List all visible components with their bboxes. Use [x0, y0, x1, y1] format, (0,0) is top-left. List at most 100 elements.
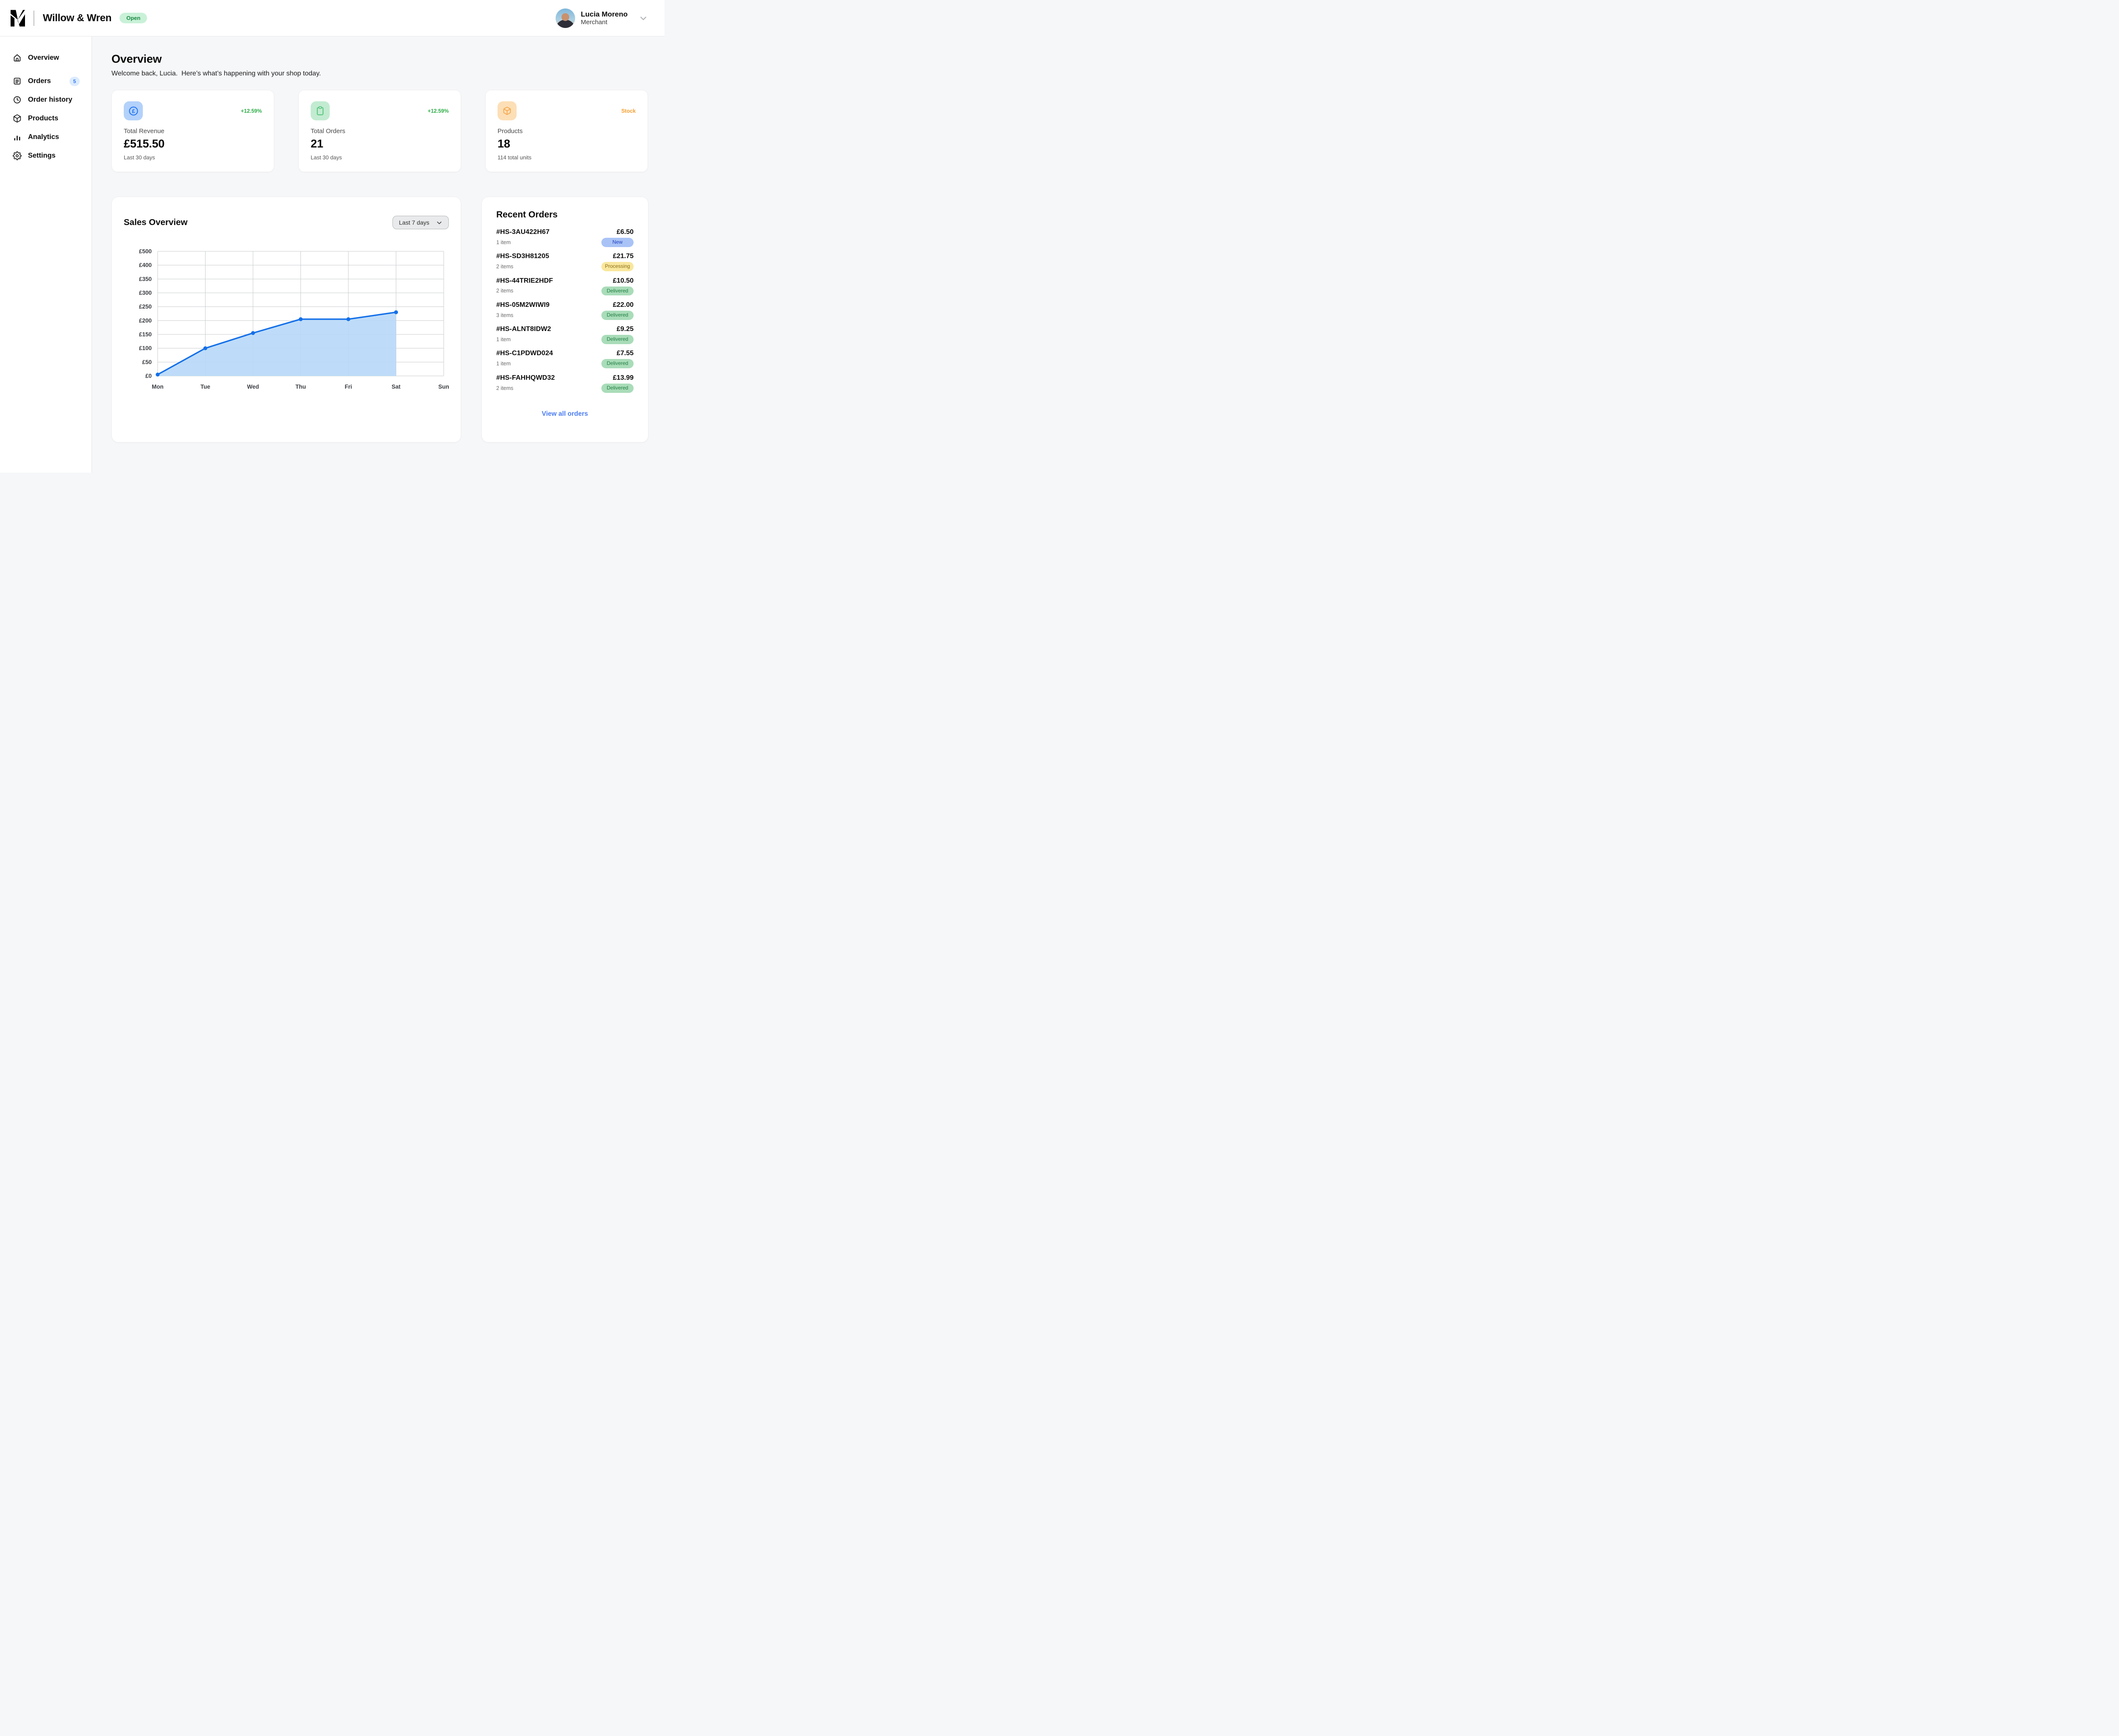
- x-axis-tick: Sat: [392, 384, 401, 390]
- x-axis-tick: Wed: [247, 384, 259, 390]
- clipboard-icon: [311, 101, 330, 120]
- clock-icon: [13, 95, 22, 104]
- store-status-badge: Open: [120, 13, 147, 23]
- order-row[interactable]: #HS-FAHHQWD32 £13.99 2 items Delivered: [496, 374, 634, 393]
- order-status-badge: Delivered: [601, 287, 634, 296]
- x-axis-tick: Thu: [295, 384, 306, 390]
- order-row[interactable]: #HS-44TRIE2HDF £10.50 2 items Delivered: [496, 277, 634, 296]
- order-status-badge: New: [601, 238, 634, 247]
- stat-label: Products: [498, 128, 636, 135]
- cube-icon: [498, 101, 517, 120]
- order-items-count: 3 items: [496, 312, 513, 318]
- sidebar-item-label: Settings: [28, 152, 56, 160]
- order-id: #HS-ALNT8IDW2: [496, 326, 551, 333]
- order-row[interactable]: #HS-05M2WIWI9 £22.00 3 items Delivered: [496, 301, 634, 320]
- stat-value: £515.50: [124, 137, 262, 150]
- chevron-down-icon[interactable]: [639, 14, 648, 22]
- bar-chart-icon: [13, 133, 22, 142]
- sidebar-item-overview[interactable]: Overview: [0, 51, 92, 65]
- avatar[interactable]: [556, 8, 575, 28]
- date-range-select[interactable]: Last 7 days: [392, 216, 449, 229]
- x-axis-tick: Sun: [438, 384, 449, 390]
- stat-label: Total Revenue: [124, 128, 262, 135]
- sidebar-item-label: Orders: [28, 77, 51, 85]
- chart-point: [299, 317, 303, 321]
- order-amount: £6.50: [617, 228, 634, 236]
- main-content: Overview Welcome back, Lucia. Here’s wha…: [92, 36, 665, 473]
- y-axis-tick: £0: [145, 373, 152, 379]
- orders-icon: [13, 77, 22, 86]
- sidebar-item-analytics[interactable]: Analytics: [0, 130, 92, 144]
- sidebar-item-label: Order history: [28, 96, 72, 104]
- order-row[interactable]: #HS-ALNT8IDW2 £9.25 1 item Delivered: [496, 326, 634, 344]
- sidebar-item-settings[interactable]: Settings: [0, 149, 92, 163]
- stat-delta: +12.59%: [241, 108, 262, 114]
- order-items-count: 2 items: [496, 385, 513, 391]
- view-all-orders-link[interactable]: View all orders: [496, 410, 634, 418]
- page-subtitle: Welcome back, Lucia. Here’s what’s happe…: [111, 70, 648, 78]
- stat-card-products: Stock Products 18 114 total units: [485, 90, 648, 172]
- stat-value: 18: [498, 137, 636, 150]
- stat-delta: Stock: [621, 108, 636, 114]
- sidebar-item-label: Analytics: [28, 133, 59, 141]
- sales-overview-card: Sales Overview Last 7 days £500 £400 £350 £…: [111, 197, 461, 442]
- order-row[interactable]: #HS-C1PDWD024 £7.55 1 item Delivered: [496, 350, 634, 368]
- order-amount: £22.00: [613, 301, 634, 309]
- order-amount: £7.55: [617, 350, 634, 357]
- chart-point: [251, 331, 255, 335]
- x-axis-tick: Tue: [200, 384, 210, 390]
- sales-chart: £500£400£350£300£250£200£150£100£50£0Mon…: [124, 248, 450, 397]
- date-range-value: Last 7 days: [399, 219, 429, 226]
- stat-subtext: Last 30 days: [124, 154, 262, 161]
- recent-orders-list: #HS-3AU422H67 £6.50 1 item New #HS-SD3H8…: [496, 228, 634, 398]
- y-axis-tick: £500: [139, 248, 152, 255]
- chart-point: [346, 317, 350, 321]
- order-items-count: 2 items: [496, 264, 513, 270]
- chart-point: [156, 373, 159, 376]
- order-id: #HS-C1PDWD024: [496, 350, 553, 357]
- order-row[interactable]: #HS-SD3H81205 £21.75 2 items Processing: [496, 253, 634, 271]
- page-title: Overview: [111, 53, 648, 66]
- order-amount: £21.75: [613, 253, 634, 260]
- stats-row: £ +12.59% Total Revenue £515.50 Last 30 …: [111, 90, 648, 172]
- order-status-badge: Delivered: [601, 359, 634, 368]
- sidebar-item-orders[interactable]: Orders5: [0, 74, 92, 88]
- pound-icon: £: [124, 101, 143, 120]
- store-name: Willow & Wren: [43, 12, 111, 24]
- y-axis-tick: £50: [142, 359, 152, 365]
- order-items-count: 1 item: [496, 337, 511, 342]
- chart-point: [394, 310, 398, 314]
- order-items-count: 2 items: [496, 288, 513, 294]
- user-role: Merchant: [581, 19, 628, 27]
- y-axis-tick: £350: [139, 276, 152, 282]
- user-menu[interactable]: Lucia Moreno Merchant: [556, 8, 648, 28]
- order-status-badge: Delivered: [601, 311, 634, 320]
- x-axis-tick: Fri: [345, 384, 352, 390]
- brand-logo-icon: [11, 10, 25, 27]
- svg-text:£: £: [132, 108, 135, 114]
- home-icon: [13, 53, 22, 62]
- order-items-count: 1 item: [496, 361, 511, 367]
- header-divider: [33, 11, 34, 26]
- stat-value: 21: [311, 137, 449, 150]
- order-id: #HS-3AU422H67: [496, 228, 550, 236]
- sidebar: Overview Orders5 Order history Products Anal…: [0, 36, 92, 473]
- y-axis-tick: £250: [139, 303, 152, 310]
- y-axis-tick: £200: [139, 317, 152, 324]
- order-amount: £10.50: [613, 277, 634, 285]
- chevron-down-icon: [436, 220, 442, 226]
- order-status-badge: Processing: [601, 262, 634, 271]
- sidebar-item-products[interactable]: Products: [0, 111, 92, 125]
- order-row[interactable]: #HS-3AU422H67 £6.50 1 item New: [496, 228, 634, 247]
- cube-icon: [13, 114, 22, 123]
- sidebar-item-order-history[interactable]: Order history: [0, 93, 92, 107]
- y-axis-tick: £400: [139, 262, 152, 268]
- gear-icon: [13, 151, 22, 160]
- sidebar-item-label: Products: [28, 114, 58, 122]
- order-status-badge: Delivered: [601, 335, 634, 344]
- order-id: #HS-SD3H81205: [496, 253, 549, 260]
- stat-subtext: Last 30 days: [311, 154, 449, 161]
- order-id: #HS-05M2WIWI9: [496, 301, 550, 309]
- sales-overview-title: Sales Overview: [124, 217, 187, 228]
- order-id: #HS-FAHHQWD32: [496, 374, 555, 382]
